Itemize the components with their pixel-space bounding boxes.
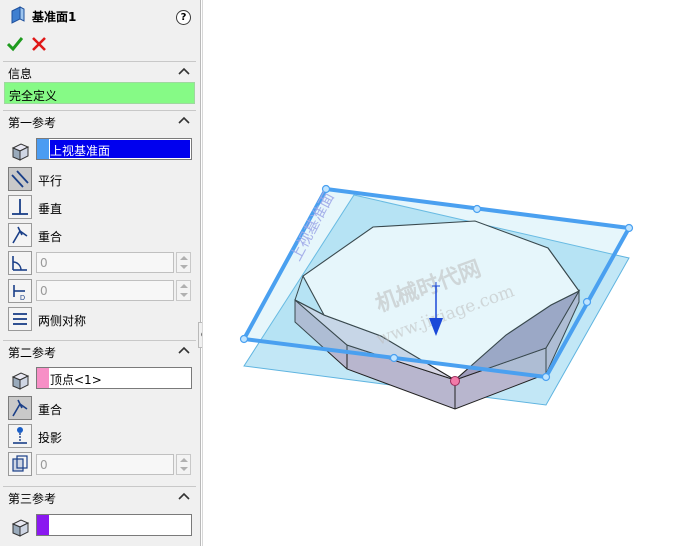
ref2-count-spinner[interactable] (176, 454, 191, 475)
ref2-coincident-label: 重合 (38, 403, 63, 417)
distance-button[interactable]: D (8, 279, 32, 303)
perpendicular-icon (12, 199, 28, 215)
angle-value: 0 (40, 256, 48, 270)
section-ref2-label: 第二参考 (8, 346, 57, 360)
plane-feature-icon (11, 6, 25, 24)
ref1-selection-text: 上视基准面 (50, 144, 111, 158)
distance-value: 0 (40, 284, 48, 298)
ref2-coincident-button[interactable] (8, 396, 32, 420)
section-info-label: 信息 (8, 67, 33, 81)
symmetric-label: 两侧对称 (38, 314, 87, 328)
distance-icon: D (13, 285, 25, 302)
ref1-entity-icon (8, 139, 32, 163)
ref3-entity-icon (8, 515, 32, 539)
chevron-up-icon[interactable] (178, 115, 190, 125)
section-info-header[interactable]: 信息 (3, 61, 196, 81)
graphics-viewport[interactable]: 上视基准面 机械时代网 www.jixiage.com (202, 0, 700, 546)
selected-vertex-marker[interactable] (450, 376, 460, 386)
section-ref3-header[interactable]: 第三参考 (3, 486, 196, 506)
ref2-count-value: 0 (40, 458, 48, 472)
ref2-selection-text: 顶点<1> (50, 373, 102, 387)
angle-spinner[interactable] (176, 252, 191, 273)
coincident-icon (12, 226, 28, 244)
panel-title-row: 基准面1 ? (0, 4, 200, 26)
ref3-color-swatch (37, 515, 49, 535)
section-ref1-header[interactable]: 第一参考 (3, 110, 196, 130)
angle-icon (12, 256, 27, 271)
ref2-entity-icon (8, 368, 32, 392)
cube-icon (11, 519, 30, 537)
property-manager-panel: 基准面1 ? 信息 完全定义 第一参考 上视基准面 平行 垂直 重合 0 D 0… (0, 0, 201, 546)
ref2-count-input[interactable]: 0 (36, 454, 174, 475)
distance-spinner[interactable] (176, 280, 191, 301)
angle-input[interactable]: 0 (36, 252, 174, 273)
cancel-x-icon[interactable] (31, 36, 47, 52)
status-text: 完全定义 (9, 89, 58, 103)
parallel-button[interactable] (8, 167, 32, 191)
ref3-selection-field[interactable] (36, 514, 192, 536)
angle-button[interactable] (8, 251, 32, 275)
cube-icon (11, 372, 30, 390)
parallel-label: 平行 (38, 174, 63, 188)
perpendicular-label: 垂直 (38, 202, 63, 216)
plane-count-icon (12, 455, 28, 472)
ref1-color-swatch (37, 139, 49, 159)
symmetric-button[interactable] (8, 307, 32, 331)
project-label: 投影 (38, 431, 63, 445)
symmetric-icon (13, 313, 27, 325)
ok-check-icon[interactable] (7, 36, 23, 52)
coincident-label: 重合 (38, 230, 63, 244)
section-ref1-label: 第一参考 (8, 116, 57, 130)
parallel-icon (11, 170, 29, 188)
ref1-selection-field[interactable]: 上视基准面 (36, 138, 192, 160)
svg-text:D: D (20, 295, 25, 302)
ref2-selection-field[interactable]: 顶点<1> (36, 367, 192, 389)
help-button[interactable]: ? (176, 10, 191, 25)
cube-icon (11, 143, 30, 161)
section-ref2-header[interactable]: 第二参考 (3, 340, 196, 360)
chevron-up-icon[interactable] (178, 66, 190, 76)
project-icon (13, 427, 27, 444)
coincident-button[interactable] (8, 223, 32, 247)
model-scene[interactable]: 上视基准面 机械时代网 www.jixiage.com (203, 0, 700, 546)
chevron-up-icon[interactable] (178, 491, 190, 501)
section-ref3-label: 第三参考 (8, 492, 57, 506)
ref2-color-swatch (37, 368, 49, 388)
project-button[interactable] (8, 424, 32, 448)
perpendicular-button[interactable] (8, 195, 32, 219)
status-fully-defined: 完全定义 (4, 82, 195, 104)
ref2-count-button[interactable] (8, 452, 32, 476)
distance-input[interactable]: 0 (36, 280, 174, 301)
panel-title: 基准面1 (32, 10, 77, 24)
chevron-up-icon[interactable] (178, 345, 190, 355)
coincident-icon (12, 399, 28, 417)
